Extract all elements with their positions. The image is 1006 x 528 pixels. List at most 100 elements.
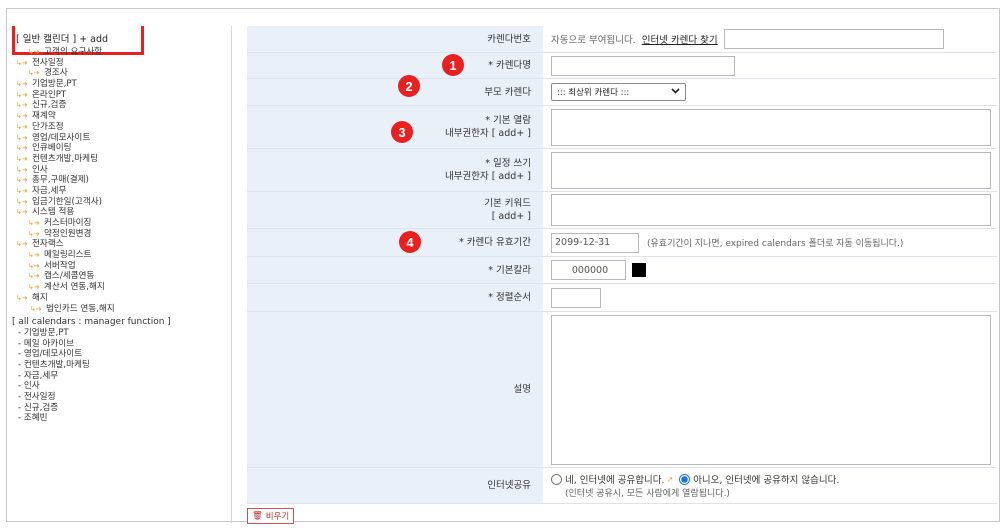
tree-item-label: 해지 — [32, 292, 48, 303]
description-textarea[interactable] — [551, 314, 991, 465]
tree-branch-icon: ↳➔ — [28, 48, 40, 56]
tree-item-label: 인큐베이팅 — [32, 143, 72, 154]
tree-branch-icon: ↳➔ — [16, 90, 28, 99]
tree-item-label: 메일링리스트 — [44, 250, 92, 261]
tree-item-label: 계산서 연동,해지 — [44, 282, 105, 293]
tree-item[interactable]: ↳➔ 컨텐츠개발,마케팅 — [8, 154, 231, 165]
tree-item[interactable]: ↳➔ 인큐베이팅 — [8, 143, 231, 154]
tree-header[interactable]: [ 일반 캘린더 ] + add — [16, 31, 108, 45]
manager-calendar-item[interactable]: - 기업방문,PT — [8, 328, 231, 339]
manager-calendar-item[interactable]: - 신규,검증 — [8, 403, 231, 414]
clear-button-label: 비우기 — [265, 512, 290, 522]
tree-item[interactable]: ↳➔ 단가조정 — [8, 122, 231, 133]
tree-branch-icon: ↳➔ — [16, 208, 28, 217]
default-keyword-textarea[interactable] — [551, 194, 991, 226]
share-yes-label: 네, 인터넷에 공유합니다. — [565, 475, 665, 486]
tree-branch-icon: ↳➔ — [16, 112, 28, 121]
description-label: 설명 — [513, 384, 531, 395]
tree-branch-icon: ↳➔ — [16, 80, 28, 89]
tree-item-label: 자금,세무 — [32, 185, 67, 196]
clear-button[interactable]: 🗑 비우기 — [247, 508, 295, 524]
tree-item[interactable]: ↳➔ 자금,세무 — [8, 185, 231, 197]
tree-item[interactable]: ↳➔ 해지 — [8, 292, 231, 304]
schedule-write-textarea[interactable] — [551, 151, 991, 189]
tree-item[interactable]: ↳➔ 약정인원변경 — [8, 229, 231, 240]
manager-calendar-label: 컨텐츠개발,마케팅 — [23, 359, 90, 370]
calendar-name-label: * 카렌다명 — [488, 60, 531, 71]
tree-branch-icon: ↳➔ — [16, 293, 28, 302]
share-yes-radio[interactable]: 네, 인터넷에 공유합니다. — [551, 472, 664, 486]
tree-item[interactable]: ↳➔ 고객의 요구사항 — [8, 47, 231, 58]
tree-item[interactable]: ↳➔ 온라인PT — [8, 90, 231, 101]
default-view-add-link[interactable]: 내부권한자 [ add+ ] — [445, 127, 531, 140]
tree-item-label: 법인카드 연동,해지 — [46, 303, 115, 314]
default-color-input[interactable]: 000000 — [551, 260, 626, 280]
tree-item[interactable]: ↳➔ 메일링리스트 — [8, 250, 231, 261]
manager-calendar-item[interactable]: - 영업/데모사이트 — [8, 349, 231, 360]
tree-branch-icon: ↳➔ — [28, 229, 40, 238]
calendar-tree: [ 일반 캘린더 ] + add ↳➔ 고객의 요구사항 ↳➔ 전사일정 ↳➔ 경조사 ↳➔… — [8, 26, 232, 523]
step-badge-2: 2 — [398, 75, 420, 97]
tree-item[interactable]: ↳➔ 재계약 — [8, 111, 231, 122]
tree-item-label: 인사 — [32, 164, 48, 175]
tree-item[interactable]: ↳➔ 커스터마이징 — [8, 218, 231, 229]
calendar-name-input[interactable] — [551, 55, 735, 76]
tree-item[interactable]: ↳➔ 계산서 연동,해지 — [8, 282, 231, 293]
manager-calendar-label: 전사일정 — [23, 392, 56, 402]
tree-branch-icon: ↳➔ — [28, 219, 40, 227]
manager-section-header[interactable]: [ all calendars : manager function ] — [8, 317, 231, 328]
tree-item[interactable]: ↳➔ 총무,구매(결제) — [8, 175, 231, 186]
row-default-keyword: 기본 키워드 [ add+ ] — [247, 192, 997, 229]
manager-calendar-item[interactable]: - 전사일정 — [8, 392, 231, 403]
step-badge-3: 3 — [391, 121, 413, 143]
manager-calendar-item[interactable]: - 컨텐츠개발,마케팅 — [8, 359, 231, 371]
tree-item[interactable]: ↳➔ 기업방문,PT — [8, 79, 231, 90]
step-badge-1: 1 — [442, 54, 464, 76]
tree-branch-icon: ↳➔ — [28, 251, 40, 260]
tree-item[interactable]: ↳➔ 전사일정 — [8, 57, 231, 69]
manager-calendar-label: 조혜빈 — [23, 413, 48, 424]
color-swatch[interactable] — [632, 263, 646, 277]
tree-item-label: 전사일정 — [32, 57, 64, 68]
tree-item[interactable]: ↳➔ 전자랙스 — [8, 239, 231, 250]
tree-item[interactable]: ↳➔ 영업/데모사이트 — [8, 133, 231, 144]
tree-item-label: 시스템 적용 — [32, 207, 75, 218]
tree-branch-icon: ↳➔ — [16, 58, 28, 67]
internet-calendar-find-link[interactable]: 인터넷 카렌다 찾기 — [642, 32, 718, 46]
default-view-textarea[interactable] — [551, 108, 991, 146]
manager-calendar-item[interactable]: - 메일 아카이브 — [8, 339, 231, 350]
tree-item[interactable]: ↳➔ 입금기한일(고객사) — [8, 197, 231, 208]
tree-branch-icon: ↳➔ — [16, 122, 28, 131]
tree-branch-icon: ↳➔ — [28, 261, 40, 270]
share-no-radio[interactable]: 아니오, 인터넷에 공유하지 않습니다. — [679, 472, 839, 486]
schedule-write-add-link[interactable]: 내부권한자 [ add+ ] — [445, 170, 531, 183]
manager-calendar-item[interactable]: - 인사 — [8, 381, 231, 392]
expiry-input[interactable]: 2099-12-31 — [551, 232, 639, 253]
manager-calendar-item[interactable]: - 자금,세무 — [8, 371, 231, 382]
internet-calendar-input[interactable] — [723, 29, 944, 49]
parent-calendar-select[interactable]: ::: 최상위 카렌다 ::: — [551, 83, 686, 101]
share-no-label: 아니오, 인터넷에 공유하지 않습니다. — [693, 475, 840, 486]
manager-calendar-item[interactable]: - 조혜빈 — [8, 413, 231, 424]
trash-icon: 🗑 — [252, 511, 263, 521]
tree-item-label: 커스터마이징 — [44, 218, 92, 228]
tree-item[interactable]: ↳➔ 인사 — [8, 164, 231, 176]
tree-item[interactable]: ↳➔ 경조사 — [8, 68, 231, 79]
sort-order-input[interactable] — [551, 287, 601, 308]
tree-item[interactable]: ↳➔ 캡스/세콤연동 — [8, 271, 231, 282]
internet-share-label: 인터넷공유 — [487, 480, 531, 491]
tree-branch-icon: ↳➔ — [16, 154, 28, 163]
tree-branch-icon: ↳➔ — [16, 176, 28, 185]
tree-branch-icon: ↳➔ — [28, 283, 40, 292]
tree-item[interactable]: ↳➔ 신규,검증 — [8, 100, 231, 111]
manager-calendar-label: 영업/데모사이트 — [23, 349, 83, 360]
tree-list: ↳➔ 고객의 요구사항 ↳➔ 전사일정 ↳➔ 경조사 ↳➔ 기업방문,PT ↳➔ 온라인PT ↳➔ 신… — [8, 47, 231, 424]
tree-branch-icon: ↳➔ — [16, 144, 28, 153]
tree-branch-icon: ↳➔ — [16, 197, 28, 206]
tree-item[interactable]: ↳➔ 서버작업 — [8, 261, 231, 272]
external-link-icon: ↗ — [666, 474, 674, 484]
default-keyword-add-link[interactable]: [ add+ ] — [492, 210, 531, 223]
tree-item[interactable]: ↳➔ 법인카드 연동,해지 — [8, 303, 231, 315]
tree-item[interactable]: ↳➔ 시스템 적용 — [8, 207, 231, 218]
sort-order-label: * 정렬순서 — [488, 292, 531, 303]
